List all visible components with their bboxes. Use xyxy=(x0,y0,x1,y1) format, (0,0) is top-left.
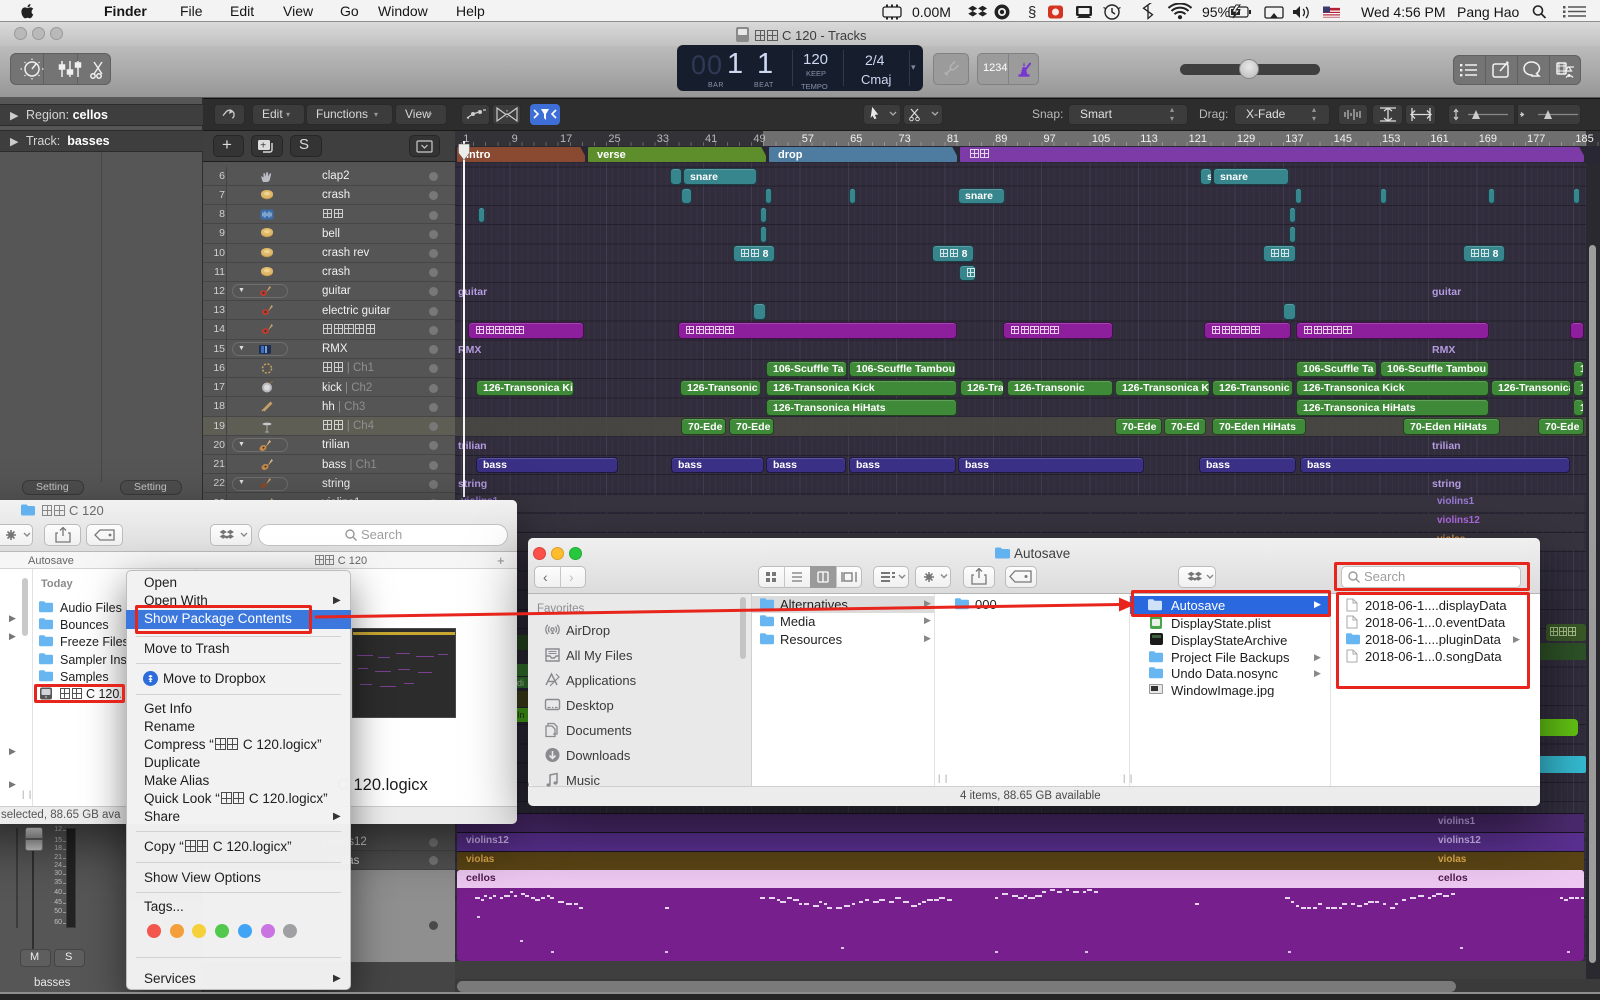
svg-text:§: § xyxy=(1028,4,1036,20)
svg-text:+: + xyxy=(260,141,266,152)
